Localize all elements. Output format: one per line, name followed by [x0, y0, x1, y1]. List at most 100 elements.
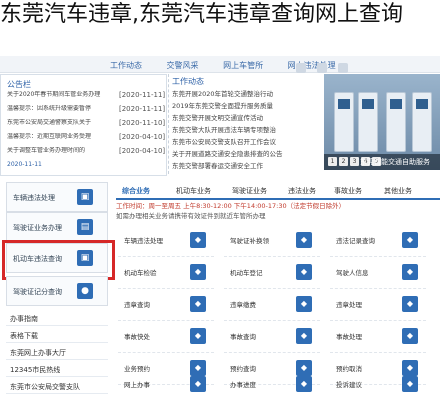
- service-icon: ◆: [296, 376, 312, 392]
- service-cell-label: 违章缴费: [230, 301, 256, 309]
- side-link[interactable]: 东莞网上办事大厅: [6, 346, 108, 360]
- service-label: 车辆违法处理: [13, 194, 55, 202]
- service-icon: ◆: [402, 264, 418, 280]
- service-cell-label: 事故快处: [124, 333, 150, 341]
- service-cell[interactable]: 办事进度 ◆: [224, 366, 320, 400]
- news-item[interactable]: 关于开展道路交通安全隐患排查的公告: [172, 148, 322, 158]
- service-icon: ◆: [296, 232, 312, 248]
- car-icon: ▣: [77, 189, 93, 205]
- notice-heading: 公告栏: [7, 80, 31, 89]
- service-label: 驾驶证业务办理: [13, 224, 62, 232]
- service-label: 驾驶证记分查询: [13, 288, 62, 296]
- side-link[interactable]: 12345市民热线: [6, 363, 108, 377]
- news-item[interactable]: 2019年东莞交警全面提升服务质量: [172, 100, 322, 110]
- service-icon: ◆: [402, 376, 418, 392]
- service-tabs: 综合业务 机动车业务 驾驶证业务 违法业务 事故业务 其他业务: [116, 184, 440, 200]
- service-cell[interactable]: 车辆违法处理 ◆: [118, 222, 214, 257]
- service-button[interactable]: 驾驶证业务办理 ▤: [6, 212, 108, 242]
- service-icon: ◆: [190, 264, 206, 280]
- service-hours: 工作时间：周一至周五 上午8:30-12:00 下午14:00-17:30（法定…: [116, 202, 346, 210]
- news-item[interactable]: 东莞交警部署春运交通安全工作: [172, 160, 322, 170]
- news-item[interactable]: 东莞开展2020年首轮交通整治行动: [172, 88, 322, 98]
- notice-item[interactable]: 东莞市公安局交通警察支队关于: [7, 119, 112, 127]
- side-link-label: 东莞市公安局交警支队: [10, 383, 80, 391]
- service-cell[interactable]: 驾驶证补换领 ◆: [224, 222, 320, 257]
- notice-item[interactable]: 关于2020年春节期间车管业务办理: [7, 91, 112, 99]
- service-cell-label: 违章查询: [124, 301, 150, 309]
- service-icon: ◆: [402, 328, 418, 344]
- notice-item[interactable]: 关于调整车管业务办理时间的: [7, 147, 112, 155]
- slide-dot[interactable]: 2: [339, 157, 348, 166]
- service-cell[interactable]: 违法记录查询 ◆: [330, 222, 426, 257]
- notice-date: [2020-04-10]: [119, 133, 166, 141]
- search-icon[interactable]: [317, 63, 328, 73]
- service-cell[interactable]: 事故快处 ◆: [118, 318, 214, 353]
- side-link[interactable]: 办事指南: [6, 312, 108, 326]
- notice-item[interactable]: 温馨提示：因系统升级需要暂停: [7, 105, 112, 113]
- side-link-label: 东莞网上办事大厅: [10, 349, 66, 357]
- service-cell-label: 投诉建议: [336, 381, 362, 389]
- service-button[interactable]: 车辆违法处理 ▣: [6, 182, 108, 212]
- kiosk-image: [412, 92, 432, 152]
- service-cell[interactable]: 事故处理 ◆: [330, 318, 426, 353]
- tab[interactable]: 其他业务: [384, 186, 412, 196]
- service-cell-label: 机动车登记: [230, 269, 263, 277]
- nav-item[interactable]: 工作动态: [110, 61, 142, 70]
- service-cell-label: 车辆违法处理: [124, 237, 163, 245]
- news-panel: 工作动态 东莞开展2020年首轮交通整治行动 2019年东莞交警全面提升服务质量…: [172, 74, 322, 174]
- kiosk-image: [358, 92, 378, 152]
- slide-dot[interactable]: 1: [328, 157, 337, 166]
- service-button[interactable]: 驾驶证记分查询 ●: [6, 276, 108, 306]
- tab[interactable]: 违法业务: [288, 186, 316, 196]
- service-icon: ◆: [296, 296, 312, 312]
- header-icons: [290, 58, 440, 73]
- notice-date: [2020-11-10]: [119, 119, 166, 127]
- service-cell-label: 网上办事: [124, 381, 150, 389]
- service-cell-label: 违章处理: [336, 301, 362, 309]
- nav-item[interactable]: 网上车管所: [223, 61, 263, 70]
- service-cell[interactable]: 网上办事 ◆: [118, 366, 214, 400]
- side-link-label: 表格下载: [10, 332, 38, 340]
- notice-item[interactable]: 温馨提示：近期互联网业务受理: [7, 133, 112, 141]
- service-cell-label: 机动车检验: [124, 269, 157, 277]
- side-link[interactable]: 表格下载: [6, 329, 108, 343]
- news-item[interactable]: 东莞市公安局交警支队召开工作会议: [172, 136, 322, 146]
- service-icon: ◆: [190, 296, 206, 312]
- tab[interactable]: 机动车业务: [176, 186, 211, 196]
- id-card-icon: ▤: [77, 219, 93, 235]
- service-cell[interactable]: 投诉建议 ◆: [330, 366, 426, 400]
- service-cell-label: 事故查询: [230, 333, 256, 341]
- slide-dot[interactable]: 3: [350, 157, 359, 166]
- service-cell[interactable]: 事故查询 ◆: [224, 318, 320, 353]
- tab[interactable]: 驾驶证业务: [232, 186, 267, 196]
- service-icon: ◆: [296, 264, 312, 280]
- page-title: 东莞汽车违章,东莞汽车违章查询网上查询: [0, 2, 403, 27]
- side-link[interactable]: 东莞市公安局交警支队: [6, 380, 108, 394]
- service-cell-label: 违法记录查询: [336, 237, 375, 245]
- kiosk-image: [334, 92, 354, 152]
- side-link-label: 12345市民热线: [10, 366, 61, 374]
- notice-date: [2020-04-10]: [119, 147, 166, 155]
- side-link-label: 办事指南: [10, 315, 38, 323]
- news-item[interactable]: 东莞交警大队开展违法车辆专项整治: [172, 124, 322, 134]
- tab[interactable]: 事故业务: [334, 186, 362, 196]
- nav-item[interactable]: 交警风采: [167, 61, 199, 70]
- service-cell-label: 驾驶人信息: [336, 269, 369, 277]
- service-icon: ◆: [190, 328, 206, 344]
- kiosk-image: [386, 92, 406, 152]
- service-cell[interactable]: 违章缴费 ◆: [224, 286, 320, 321]
- news-photo[interactable]: 12345 东莞智能交通自助服务: [324, 74, 440, 170]
- photo-caption: 东莞智能交通自助服务: [360, 158, 430, 166]
- home-icon[interactable]: [296, 63, 306, 73]
- tab[interactable]: 综合业务: [122, 186, 150, 196]
- service-cell[interactable]: 违章处理 ◆: [330, 286, 426, 321]
- notice-date: [2020-11-11]: [119, 105, 166, 113]
- service-cell[interactable]: 机动车检验 ◆: [118, 254, 214, 289]
- news-item[interactable]: 东莞交警开展文明交通宣传活动: [172, 112, 322, 122]
- service-cell-label: 办事进度: [230, 381, 256, 389]
- user-icon[interactable]: [338, 63, 349, 73]
- news-title: 工作动态: [172, 77, 204, 86]
- service-cell[interactable]: 机动车登记 ◆: [224, 254, 320, 289]
- service-cell[interactable]: 驾驶人信息 ◆: [330, 254, 426, 289]
- service-cell[interactable]: 违章查询 ◆: [118, 286, 214, 321]
